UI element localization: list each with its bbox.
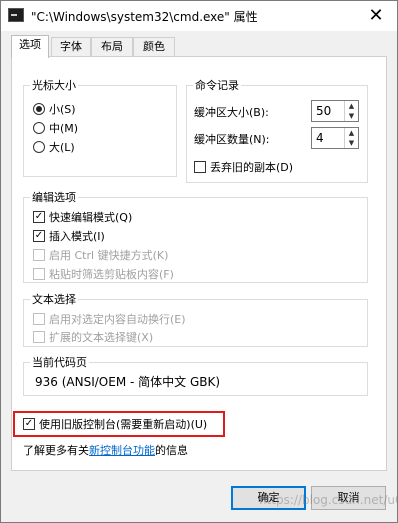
- cursor-large-option[interactable]: 大(L): [33, 139, 75, 155]
- spin-up-icon[interactable]: ▲: [345, 128, 358, 138]
- close-button[interactable]: ✕: [365, 5, 387, 27]
- paste-filter-option: 粘贴时筛选剪贴板内容(F): [33, 266, 174, 282]
- cursor-large-label: 大(L): [49, 141, 75, 154]
- spin-up-icon[interactable]: ▲: [345, 101, 358, 111]
- spin-down-icon[interactable]: ▼: [345, 111, 358, 121]
- checkbox-disabled-icon: [33, 331, 45, 343]
- cursor-medium-option[interactable]: 中(M): [33, 120, 78, 136]
- extended-keys-label: 扩展的文本选择键(X): [49, 331, 154, 344]
- discard-old-option[interactable]: 丢弃旧的副本(D): [194, 159, 293, 175]
- checkbox-disabled-icon: [33, 268, 45, 280]
- code-page-value: 936 (ANSI/OEM - 简体中文 GBK): [35, 375, 221, 389]
- more-info-text: 了解更多有关新控制台功能的信息: [23, 442, 188, 458]
- spin-down-icon[interactable]: ▼: [345, 138, 358, 148]
- tab-layout[interactable]: 布局: [91, 37, 133, 57]
- radio-icon[interactable]: [33, 141, 45, 153]
- buffer-size-label: 缓冲区大小(B):: [194, 106, 269, 119]
- checkbox-unchecked-icon[interactable]: [194, 161, 206, 173]
- discard-old-label: 丢弃旧的副本(D): [210, 161, 294, 174]
- ctrl-keys-option: 启用 Ctrl 键快捷方式(K): [33, 247, 168, 263]
- wrap-option: 启用对选定内容自动换行(E): [33, 311, 186, 327]
- extended-keys-option: 扩展的文本选择键(X): [33, 329, 153, 345]
- wrap-label: 启用对选定内容自动换行(E): [49, 313, 186, 326]
- spinner-arrows[interactable]: ▲ ▼: [344, 128, 358, 148]
- cursor-small-label: 小(S): [49, 103, 76, 116]
- cursor-small-option[interactable]: 小(S): [33, 101, 76, 117]
- cancel-button[interactable]: 取消: [311, 486, 386, 510]
- edit-options-title: 编辑选项: [32, 191, 76, 204]
- insert-mode-option[interactable]: ✓ 插入模式(I): [33, 228, 105, 244]
- tab-font[interactable]: 字体: [51, 37, 91, 57]
- paste-filter-label: 粘贴时筛选剪贴板内容(F): [49, 268, 174, 281]
- ctrl-keys-label: 启用 Ctrl 键快捷方式(K): [49, 249, 169, 262]
- command-history-title: 命令记录: [195, 79, 239, 92]
- radio-selected-icon[interactable]: [33, 103, 45, 115]
- more-info-prefix: 了解更多有关: [23, 444, 89, 457]
- spinner-arrows[interactable]: ▲ ▼: [344, 101, 358, 121]
- tab-colors[interactable]: 颜色: [133, 37, 175, 57]
- checkbox-checked-icon[interactable]: ✓: [33, 230, 45, 242]
- insert-mode-label: 插入模式(I): [49, 230, 105, 243]
- title-bar[interactable]: "C:\Windows\system32\cmd.exe" 属性 ✕: [1, 1, 397, 31]
- text-selection-title: 文本选择: [32, 293, 76, 306]
- tab-options[interactable]: 选项: [11, 35, 49, 58]
- more-info-suffix: 的信息: [155, 444, 188, 457]
- properties-window: "C:\Windows\system32\cmd.exe" 属性 ✕ 选项 字体…: [0, 0, 398, 523]
- checkbox-checked-icon[interactable]: ✓: [23, 418, 35, 430]
- ok-button[interactable]: 确定: [231, 486, 306, 510]
- checkbox-disabled-icon: [33, 313, 45, 325]
- legacy-console-option[interactable]: ✓ 使用旧版控制台(需要重新启动)(U): [23, 416, 207, 432]
- code-page-title: 当前代码页: [32, 356, 87, 369]
- quick-edit-option[interactable]: ✓ 快速编辑模式(Q): [33, 209, 132, 225]
- checkbox-checked-icon[interactable]: ✓: [33, 211, 45, 223]
- buffer-size-value[interactable]: 50: [316, 104, 331, 118]
- legacy-console-label: 使用旧版控制台(需要重新启动)(U): [39, 418, 208, 431]
- buffer-size-stepper[interactable]: 50 ▲ ▼: [311, 100, 359, 122]
- window-title: "C:\Windows\system32\cmd.exe" 属性: [31, 10, 258, 24]
- cursor-medium-label: 中(M): [49, 122, 79, 135]
- new-console-features-link[interactable]: 新控制台功能: [89, 444, 155, 457]
- cursor-size-title: 光标大小: [32, 79, 76, 92]
- cmd-icon: [8, 8, 24, 22]
- buffer-count-stepper[interactable]: 4 ▲ ▼: [311, 127, 359, 149]
- buffer-count-label: 缓冲区数量(N):: [194, 133, 270, 146]
- radio-icon[interactable]: [33, 122, 45, 134]
- checkbox-disabled-icon: [33, 249, 45, 261]
- quick-edit-label: 快速编辑模式(Q): [49, 211, 133, 224]
- buffer-count-value[interactable]: 4: [316, 131, 324, 145]
